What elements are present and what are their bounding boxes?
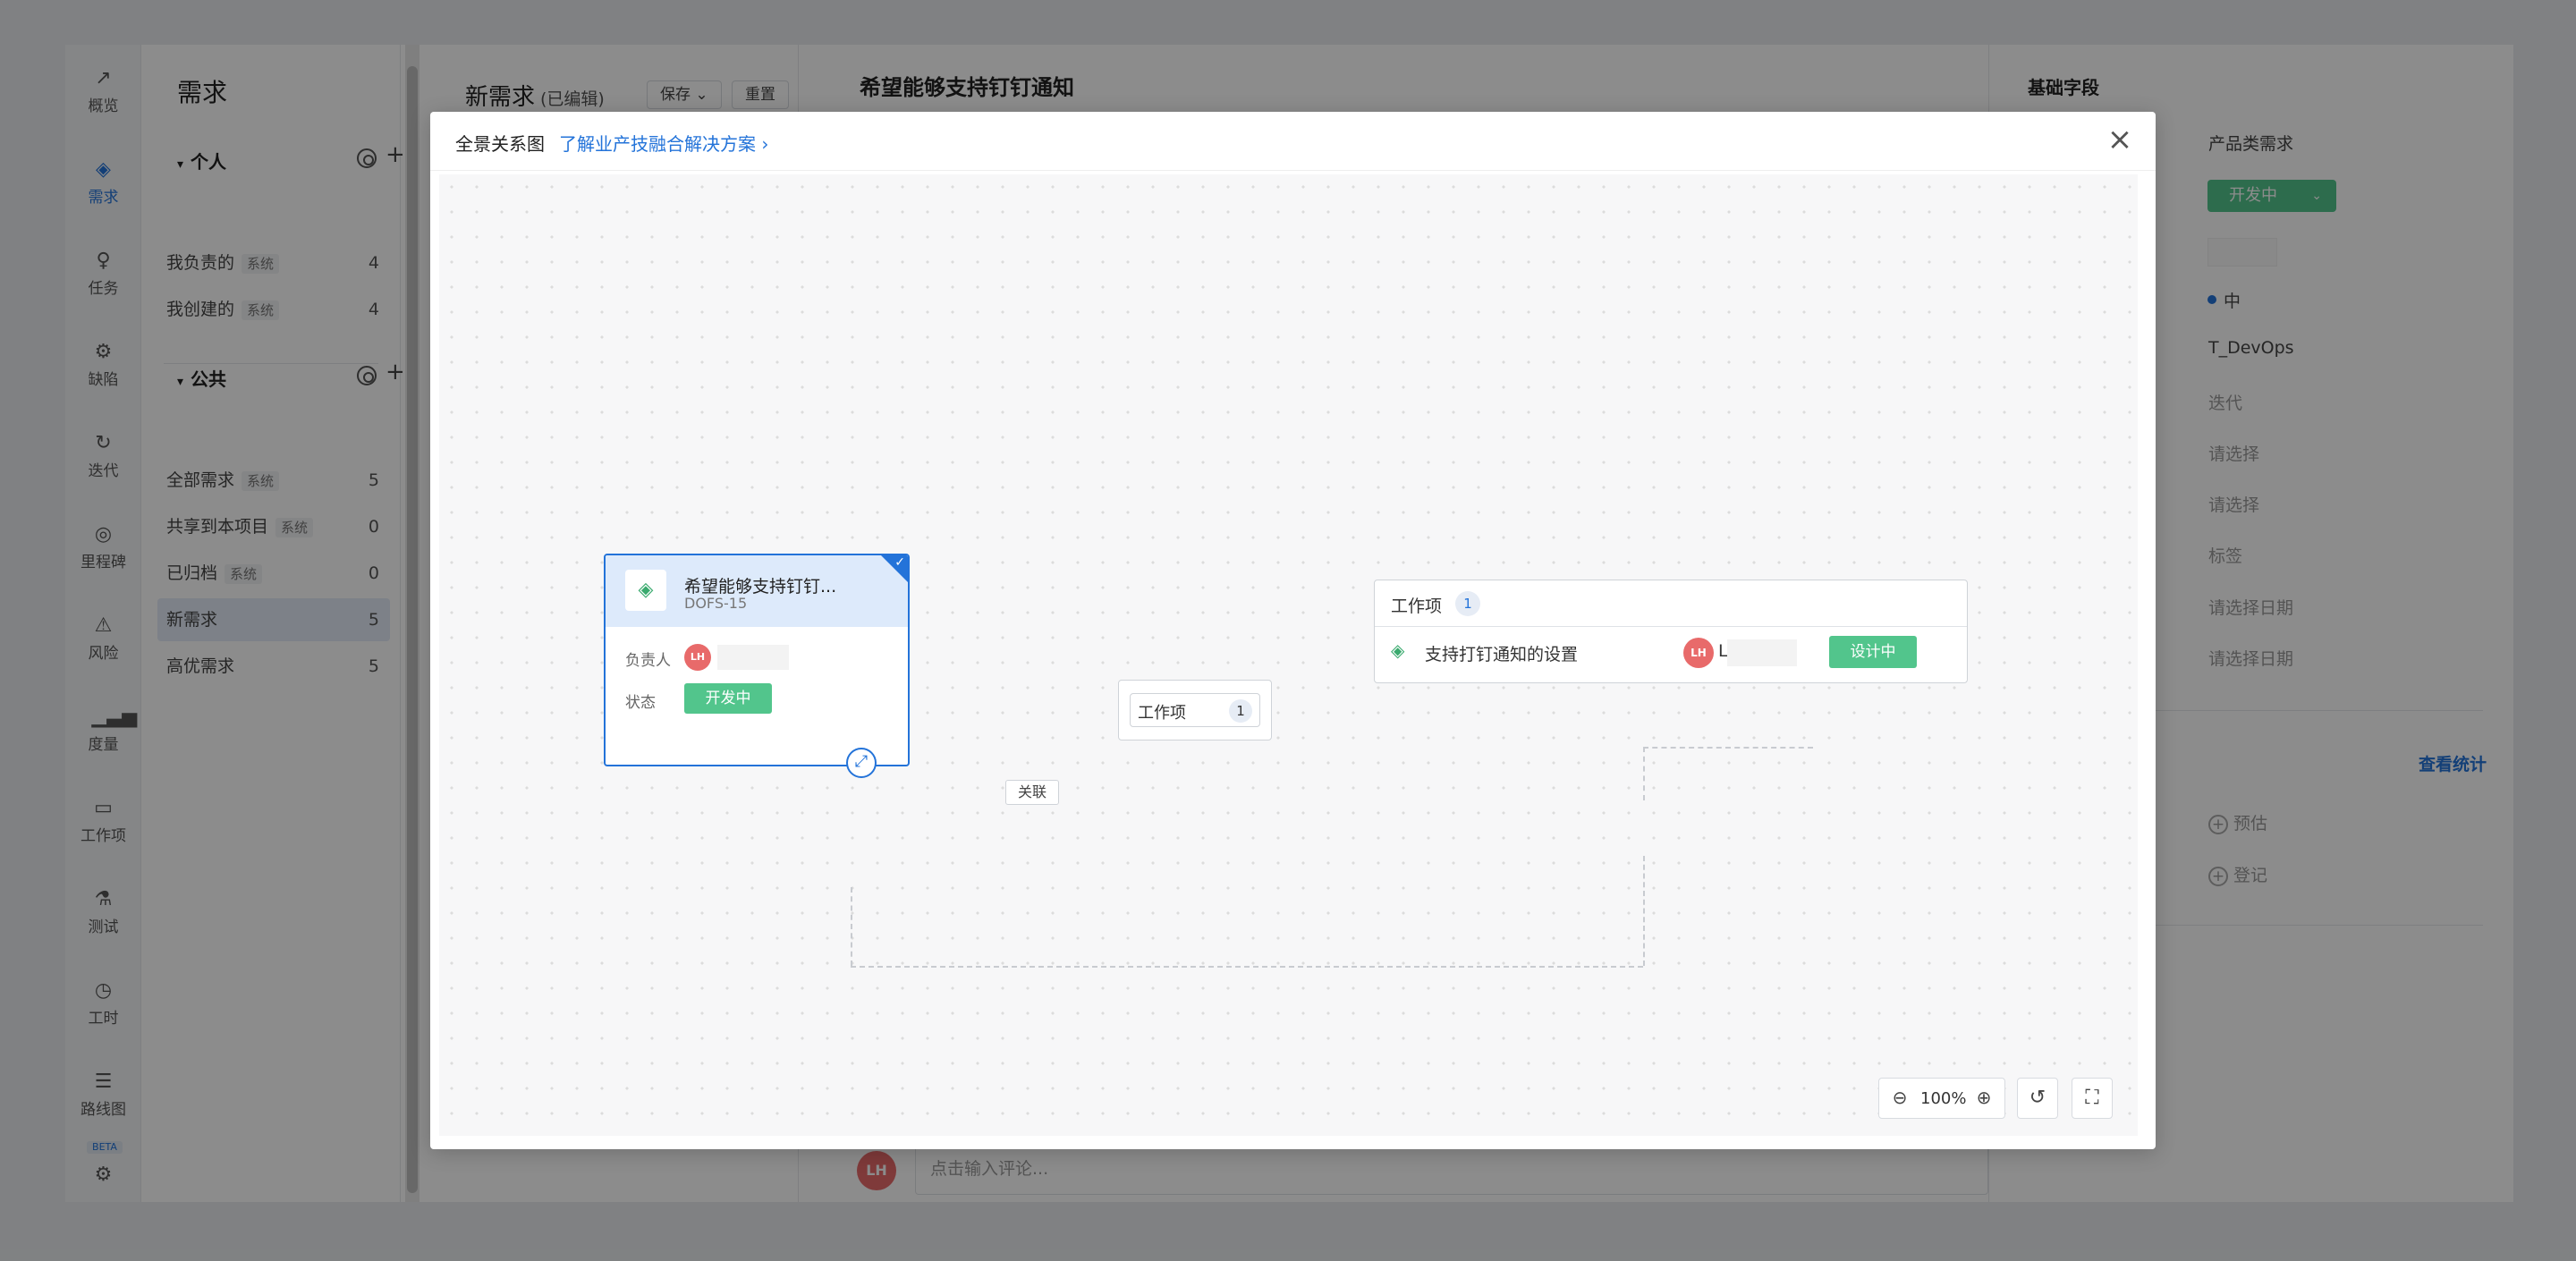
assignee-avatar: LH [1683, 638, 1714, 668]
check-icon: ✓ [894, 555, 905, 570]
zoom-out-icon[interactable]: ⊖ [1888, 1086, 1911, 1109]
card-header: ◈ 希望能够支持钉钉... DOFS-15 [606, 555, 908, 627]
workitem-list-count: 1 [1455, 591, 1480, 616]
workitem-group-label: 工作项 [1138, 704, 1186, 723]
relation-label: 关联 [1005, 780, 1059, 805]
assignee-initial: L [1718, 641, 1728, 661]
card-id: DOFS-15 [684, 595, 748, 612]
workitem-list-header: 工作项 1 [1375, 580, 1967, 627]
zoom-in-icon[interactable]: ⊕ [1972, 1086, 1996, 1109]
workitem-list-node[interactable]: 工作项 1 ◈ 支持打钉通知的设置 LH L 设计中 [1374, 580, 1968, 683]
owner-avatar: LH [684, 644, 711, 671]
source-requirement-card[interactable]: ◈ 希望能够支持钉钉... DOFS-15 ✓ 负责人 LH 状态 开发中 [604, 554, 910, 766]
workitem-group-node[interactable]: 工作项 1 [1118, 680, 1272, 741]
link-handle-icon[interactable]: ⤢ [846, 748, 877, 778]
connector-line [1643, 747, 1645, 800]
layers-icon: ◈ [1391, 639, 1405, 661]
zoom-level: 100% [1920, 1089, 1967, 1108]
assignee-name [1727, 639, 1797, 666]
connector-line [851, 966, 1643, 968]
card-title: 希望能够支持钉钉... [684, 577, 837, 597]
workitem-group-count: 1 [1229, 699, 1252, 723]
modal-header: 全景关系图 了解业产技融合解决方案 › × [430, 112, 2156, 171]
status-label: 状态 [625, 694, 656, 712]
connector-line [1643, 747, 1813, 749]
fullscreen-icon[interactable]: ⛶ [2072, 1078, 2113, 1119]
zoom-control: ⊖ 100% ⊕ [1878, 1078, 2005, 1119]
layers-icon: ◈ [625, 570, 666, 611]
close-icon[interactable]: × [2104, 124, 2136, 157]
reset-view-icon[interactable]: ↺ [2017, 1078, 2058, 1119]
connector-line [1643, 856, 1645, 966]
owner-label: 负责人 [625, 652, 671, 670]
modal-title: 全景关系图 [455, 133, 545, 155]
connector-line [851, 887, 852, 966]
workitem-status-badge[interactable]: 设计中 [1829, 636, 1917, 668]
workitem-list-title: 工作项 [1391, 597, 1443, 616]
owner-name [717, 645, 789, 670]
solution-link[interactable]: 了解业产技融合解决方案 › [559, 130, 768, 156]
status-badge[interactable]: 开发中 [684, 683, 772, 714]
workitem-name[interactable]: 支持打钉通知的设置 [1425, 641, 1578, 665]
workitem-group-inner: 工作项 1 [1130, 693, 1260, 727]
